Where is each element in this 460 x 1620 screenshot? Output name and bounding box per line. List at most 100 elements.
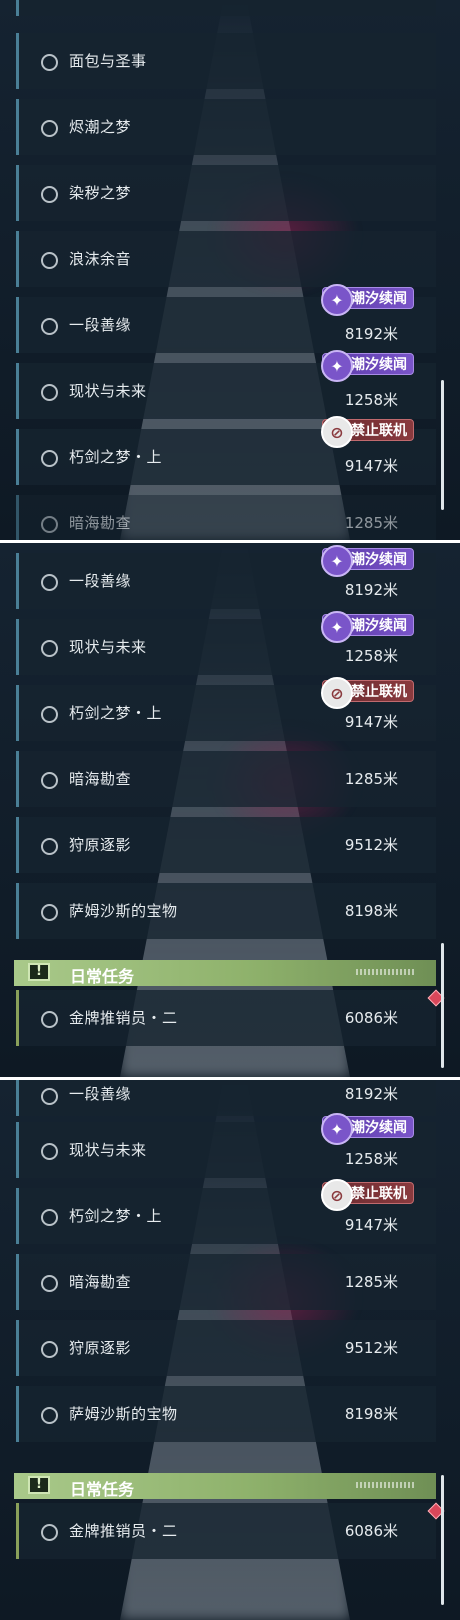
quest-name: 金牌推销员・二 (69, 1009, 178, 1027)
radio-icon (41, 1407, 58, 1424)
radio-icon (41, 120, 58, 137)
quest-distance: 1285米 (344, 514, 398, 532)
no-online-badge: ⊘ 禁止联机 (321, 677, 414, 709)
quest-distance: 1258米 (344, 1150, 398, 1168)
quest-name: 暗海勘查 (69, 770, 132, 788)
radio-icon (41, 450, 58, 467)
no-online-badge-label: 禁止联机 (351, 423, 407, 439)
quest-row[interactable]: 浪沫余音 (16, 231, 436, 287)
quest-name: 朽剑之梦・上 (69, 448, 163, 466)
quest-name: 金牌推销员・二 (69, 1522, 178, 1540)
radio-icon (41, 640, 58, 657)
quest-row[interactable]: 面包与圣事 (16, 33, 436, 89)
section-title: 日常任务 (70, 1480, 135, 1499)
quest-name: 染秽之梦 (69, 184, 132, 202)
quest-distance: 8192米 (344, 581, 398, 599)
tide-badge-label: 潮汐续闻 (351, 618, 407, 634)
quest-row[interactable]: 暗海勘查 1285米 (16, 495, 436, 540)
quest-row[interactable]: 现状与未来 ✦ 潮汐续闻 1258米 (16, 350, 436, 419)
quest-name: 面包与圣事 (69, 52, 147, 70)
radio-icon (41, 1275, 58, 1292)
quest-panel-2: 一段善缘 ✦ 潮汐续闻 8192米 现状与未来 ✦ 潮汐续闻 1258米 朽剑之… (0, 543, 460, 1077)
header-decoration (356, 969, 416, 975)
quest-row[interactable]: 朽剑之梦・上 ⊘ 禁止联机 9147米 (16, 416, 436, 485)
tide-badge: ✦ 潮汐续闻 (321, 1113, 414, 1145)
tide-badge-label: 潮汐续闻 (351, 357, 407, 373)
quest-row[interactable]: 现状与未来 ✦ 潮汐续闻 1258米 (16, 611, 436, 675)
globe-forbidden-icon: ⊘ (321, 677, 353, 709)
quest-name: 一段善缘 (69, 316, 132, 334)
exclamation-icon: ! (28, 1476, 50, 1494)
radio-icon (41, 252, 58, 269)
radio-icon (41, 574, 58, 591)
quest-distance: 9147米 (344, 713, 398, 731)
quest-row[interactable]: 狩原逐影 9512米 (16, 1320, 436, 1376)
tide-icon: ✦ (321, 611, 353, 643)
scrollbar[interactable] (441, 943, 444, 1068)
daily-section-header[interactable]: ! 日常任务 (14, 960, 436, 986)
radio-icon (41, 54, 58, 71)
radio-icon (41, 1524, 58, 1541)
quest-name: 朽剑之梦・上 (69, 1207, 163, 1225)
quest-name: 狩原逐影 (69, 836, 132, 854)
quest-row[interactable]: 朽剑之梦・上 ⊘ 禁止联机 9147米 (16, 677, 436, 741)
quest-row[interactable]: 朽剑之梦・上 ⊘ 禁止联机 9147米 (16, 1179, 436, 1244)
quest-name: 朽剑之梦・上 (69, 704, 163, 722)
tide-icon: ✦ (321, 545, 353, 577)
tide-badge: ✦ 潮汐续闻 (321, 350, 414, 382)
quest-row[interactable]: 现状与未来 ✦ 潮汐续闻 1258米 (16, 1113, 436, 1178)
quest-name: 一段善缘 (69, 572, 132, 590)
quest-row[interactable] (16, 0, 436, 16)
tide-badge: ✦ 潮汐续闻 (321, 545, 414, 577)
quest-name: 一段善缘 (69, 1085, 132, 1103)
radio-icon (41, 706, 58, 723)
radio-icon (41, 904, 58, 921)
daily-section-header[interactable]: ! 日常任务 (14, 1473, 436, 1499)
quest-row[interactable]: 染秽之梦 (16, 165, 436, 221)
daily-quest-row[interactable]: 金牌推销员・二 6086米 (16, 990, 436, 1046)
quest-distance: 1258米 (344, 647, 398, 665)
quest-name: 现状与未来 (69, 638, 147, 656)
quest-name: 浪沫余音 (69, 250, 132, 268)
radio-icon (41, 772, 58, 789)
quest-row[interactable]: 狩原逐影 9512米 (16, 817, 436, 873)
exclamation-icon: ! (28, 963, 50, 981)
no-online-badge-label: 禁止联机 (351, 684, 407, 700)
tide-icon: ✦ (321, 284, 353, 316)
quest-row[interactable]: 萨姆沙斯的宝物 8198米 (16, 883, 436, 939)
quest-name: 萨姆沙斯的宝物 (69, 1405, 178, 1423)
quest-row[interactable]: 烬潮之梦 (16, 99, 436, 155)
globe-forbidden-icon: ⊘ (321, 1179, 353, 1211)
scrollbar[interactable] (441, 1475, 444, 1605)
quest-row[interactable]: 一段善缘 ✦ 潮汐续闻 8192米 (16, 284, 436, 353)
no-online-badge: ⊘ 禁止联机 (321, 416, 414, 448)
radio-icon (41, 1088, 58, 1105)
radio-icon (41, 838, 58, 855)
radio-icon (41, 1011, 58, 1028)
quest-name: 暗海勘查 (69, 514, 132, 532)
quest-name: 暗海勘查 (69, 1273, 132, 1291)
tide-badge-label: 潮汐续闻 (351, 552, 407, 568)
quest-distance: 1285米 (344, 770, 398, 788)
quest-distance: 1285米 (344, 1273, 398, 1291)
daily-quest-row[interactable]: 金牌推销员・二 6086米 (16, 1503, 436, 1559)
quest-row[interactable]: 萨姆沙斯的宝物 8198米 (16, 1386, 436, 1442)
no-online-badge: ⊘ 禁止联机 (321, 1179, 414, 1211)
radio-icon (41, 1341, 58, 1358)
quest-distance: 8198米 (344, 1405, 398, 1423)
tide-icon: ✦ (321, 1113, 353, 1145)
tide-badge: ✦ 潮汐续闻 (321, 284, 414, 316)
quest-row[interactable]: 一段善缘 8192米 (16, 1080, 436, 1116)
globe-forbidden-icon: ⊘ (321, 416, 353, 448)
quest-distance: 9147米 (344, 457, 398, 475)
no-online-badge-label: 禁止联机 (351, 1186, 407, 1202)
radio-icon (41, 516, 58, 533)
quest-row[interactable]: 暗海勘查 1285米 (16, 751, 436, 807)
quest-row[interactable]: 暗海勘查 1285米 (16, 1254, 436, 1310)
scrollbar[interactable] (441, 380, 444, 510)
quest-row[interactable]: 一段善缘 ✦ 潮汐续闻 8192米 (16, 545, 436, 609)
quest-distance: 8192米 (344, 325, 398, 343)
quest-name: 狩原逐影 (69, 1339, 132, 1357)
quest-distance: 1258米 (344, 391, 398, 409)
tide-badge-label: 潮汐续闻 (351, 291, 407, 307)
